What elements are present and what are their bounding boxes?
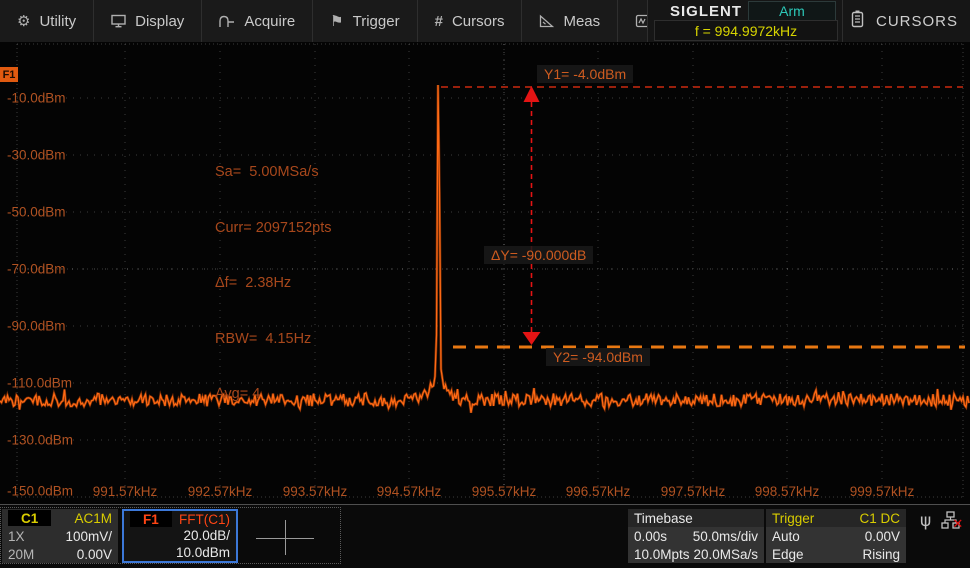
timebase-sample-rate: 20.0MSa/s (693, 547, 758, 562)
trigger-type: Edge (772, 547, 804, 562)
gear-icon: ⚙ (17, 14, 30, 29)
acquisition-status-text: Arm (779, 3, 805, 19)
fft-info-delta-f: Δf= 2.38Hz (215, 274, 331, 293)
fft-plot-area[interactable]: F1 -10.0dBm -30.0dBm -50.0dBm -70.0dBm -90.0… (0, 42, 970, 504)
x-axis-label: 992.57kHz (188, 484, 253, 499)
brand-logo: SIGLENT (670, 3, 756, 20)
menu-meas[interactable]: Meas (522, 0, 618, 42)
cursor-y2-readout[interactable]: Y2= -94.0dBm (546, 348, 650, 366)
x-axis-label: 991.57kHz (93, 484, 158, 499)
trigger-descriptor[interactable]: Trigger C1 DC Auto 0.00V Edge Rising (766, 509, 906, 563)
monitor-icon (111, 14, 126, 28)
timebase-title: Timebase (634, 511, 693, 526)
top-menu-bar: ⚙ Utility Display Acquire ⚑ Trigger # Cu… (0, 0, 970, 42)
menu-cursors-label: Cursors (452, 13, 505, 30)
menu-acquire[interactable]: Acquire (202, 0, 313, 42)
cursor-arrow-up-icon (524, 86, 540, 102)
usb-icon: ψ (920, 511, 931, 531)
x-axis-label: 998.57kHz (755, 484, 820, 499)
menu-list-icon (851, 10, 864, 33)
x-axis-label: 997.57kHz (661, 484, 726, 499)
frequency-counter-readout: f = 994.9972kHz (654, 20, 838, 41)
c1-coupling: AC1M (74, 511, 112, 526)
x-axis-label: 995.57kHz (472, 484, 537, 499)
trigger-source-coupling: C1 DC (859, 511, 900, 526)
menu-display-label: Display (135, 13, 184, 30)
c1-probe-atten: 1X (8, 529, 25, 544)
fft-info-block: Sa= 5.00MSa/s Curr= 2097152pts Δf= 2.38H… (215, 126, 331, 441)
c1-volt-scale: 100mV/ (65, 529, 112, 544)
trigger-mode: Auto (772, 529, 800, 544)
x-axis-label: 999.57kHz (850, 484, 915, 499)
menu-trigger[interactable]: ⚑ Trigger (313, 0, 417, 42)
math-f1-descriptor[interactable]: F1 FFT(C1) 20.0dB/ 10.0dBm (122, 509, 238, 563)
trigger-slope: Rising (862, 547, 900, 562)
y-axis-label: -30.0dBm (7, 148, 66, 163)
crosshair-vertical-line (285, 520, 286, 555)
x-axis-label: 993.57kHz (283, 484, 348, 499)
menu-display[interactable]: Display (94, 0, 202, 42)
cursor-y1-readout[interactable]: Y1= -4.0dBm (537, 65, 633, 83)
lan-disconnected-icon: ✕ (941, 511, 961, 531)
fft-info-avg: Avg= 4 (215, 385, 331, 404)
lan-disconnected-x: ✕ (952, 516, 963, 532)
y-axis-label: -110.0dBm (7, 376, 72, 391)
x-axis-label: 994.57kHz (377, 484, 442, 499)
menu-cursors[interactable]: # Cursors (418, 0, 523, 42)
timebase-delay: 0.00s (634, 529, 667, 544)
channel-c1-descriptor[interactable]: C1 AC1M 1X 100mV/ 20M 0.00V (2, 509, 118, 563)
active-dialog-tab[interactable]: CURSORS (842, 0, 970, 42)
waveform-icon (219, 15, 235, 28)
timebase-scale: 50.0ms/div (693, 529, 758, 544)
c1-offset: 0.00V (77, 547, 112, 562)
x-axis-label: 996.57kHz (566, 484, 631, 499)
frequency-counter-text: f = 994.9972kHz (695, 23, 797, 39)
c1-bandwidth-limit: 20M (8, 547, 34, 562)
active-dialog-title: CURSORS (876, 13, 958, 30)
bottom-status-bar: C1 AC1M 1X 100mV/ 20M 0.00V F1 FFT(C1) 2… (0, 504, 970, 568)
timebase-descriptor[interactable]: Timebase 0.00s 50.0ms/div 10.0Mpts 20.0M… (628, 509, 764, 563)
menu-utility-label: Utility (39, 13, 76, 30)
fft-info-sample-rate: Sa= 5.00MSa/s (215, 163, 331, 182)
fft-info-points: Curr= 2097152pts (215, 219, 331, 238)
trigger-level: 0.00V (865, 529, 900, 544)
menu-utility[interactable]: ⚙ Utility (0, 0, 94, 42)
f1-db-scale: 20.0dB/ (183, 528, 230, 543)
trigger-title: Trigger (772, 511, 814, 526)
menu-meas-label: Meas (563, 13, 600, 30)
y-axis-label: -130.0dBm (7, 433, 73, 448)
f1-trace-badge[interactable]: F1 (0, 67, 18, 82)
cursor-delta-y-readout: ΔY= -90.000dB (484, 246, 593, 264)
flag-icon: ⚑ (330, 14, 343, 29)
hash-icon: # (435, 14, 443, 29)
menu-acquire-label: Acquire (244, 13, 295, 30)
y-axis-label: -50.0dBm (7, 205, 66, 220)
menu-trigger-label: Trigger (353, 13, 400, 30)
f1-ref-level: 10.0dBm (176, 545, 230, 560)
fft-trace-canvas (0, 42, 970, 504)
c1-badge: C1 (8, 510, 51, 526)
f1-badge: F1 (130, 511, 172, 527)
y-axis-label: -90.0dBm (7, 319, 66, 334)
fft-info-rbw: RBW= 4.15Hz (215, 330, 331, 349)
timebase-memory-depth: 10.0Mpts (634, 547, 690, 562)
acquisition-status-badge: Arm (748, 1, 836, 21)
system-status-icons: ψ ✕ (920, 511, 961, 531)
trigger-position-indicator (244, 517, 330, 559)
y-axis-label: -10.0dBm (7, 91, 66, 106)
ruler-triangle-icon (539, 14, 554, 28)
cursor-arrow-down-icon (523, 332, 541, 345)
y-axis-label: -150.0dBm (7, 484, 73, 499)
y-axis-label: -70.0dBm (7, 262, 66, 277)
header-right: SIGLENT Arm f = 994.9972kHz CURSORS (647, 0, 970, 42)
f1-operation: FFT(C1) (179, 512, 230, 527)
